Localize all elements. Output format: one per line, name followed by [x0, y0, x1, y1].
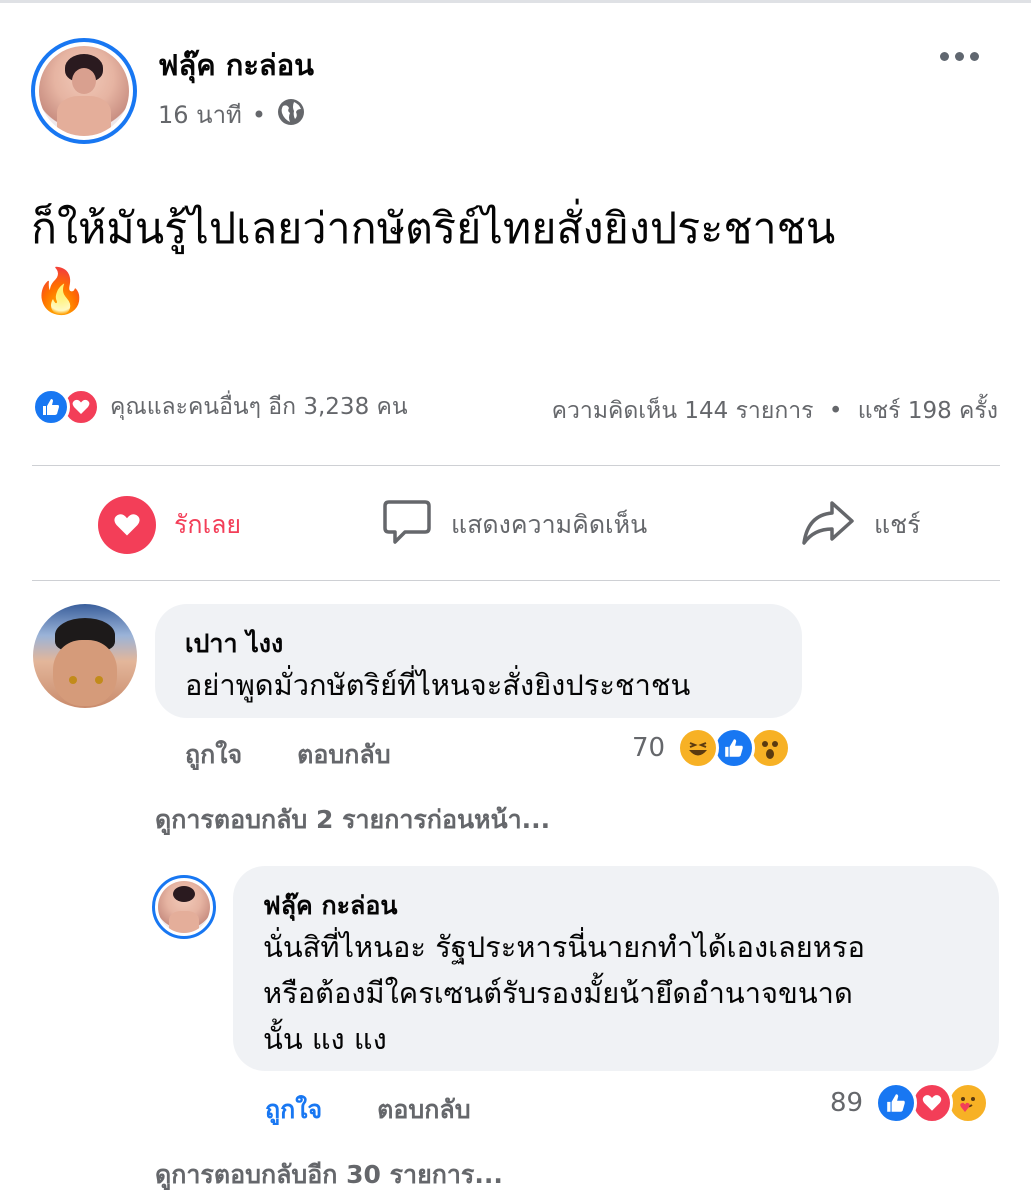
reply-bubble: ฟลุ๊ค กะล่อน นั่นสิที่ไหนอะ รัฐประหารนี่… — [233, 866, 999, 1071]
comment-reply-link[interactable]: ตอบกลับ — [297, 735, 390, 775]
author-avatar[interactable] — [31, 38, 137, 144]
share-icon — [800, 497, 856, 553]
comment-like-link[interactable]: ถูกใจ — [185, 735, 242, 775]
more-options-icon[interactable] — [940, 52, 979, 61]
haha-reaction-icon — [677, 727, 720, 769]
post-meta: 16 นาที • — [158, 95, 306, 134]
love-icon — [98, 496, 156, 554]
view-more-replies-link[interactable]: ดูการตอบกลับอีก 30 รายการ... — [155, 1155, 503, 1195]
love-reaction-icon — [911, 1082, 954, 1124]
reply-like-link[interactable]: ถูกใจ — [265, 1090, 322, 1130]
post-text: ก็ให้มันรู้ไปเลยว่ากษัตริย์ไทยสั่งยิงประ… — [31, 204, 836, 254]
meta-separator: • — [251, 100, 267, 129]
commenter-avatar[interactable] — [33, 604, 137, 708]
shares-count[interactable]: แชร์ 198 ครั้ง — [858, 398, 998, 424]
love-button[interactable]: รักเลย — [98, 495, 241, 555]
comment-label: แสดงความคิดเห็น — [451, 510, 648, 539]
like-reaction-icon — [32, 388, 70, 426]
like-reaction-icon — [875, 1082, 918, 1124]
reaction-summary[interactable]: คุณและคนอื่นๆ อีก 3,238 คน — [32, 388, 408, 426]
fire-emoji: 🔥 — [33, 266, 88, 317]
reply-author-avatar[interactable] — [152, 875, 216, 939]
divider-bottom — [32, 580, 1000, 581]
comment-reaction-count: 70 — [632, 733, 666, 763]
reply-text-line3: นั้น แง แง — [263, 1022, 387, 1056]
share-button[interactable]: แชร์ — [800, 495, 921, 555]
comments-count[interactable]: ความคิดเห็น 144 รายการ — [552, 398, 814, 424]
top-border — [0, 0, 1031, 3]
post-time[interactable]: 16 นาที — [158, 95, 242, 134]
comment-actions: ถูกใจ ตอบกลับ — [185, 735, 391, 775]
wow-reaction-icon — [749, 727, 792, 769]
view-previous-replies-link[interactable]: ดูการตอบกลับ 2 รายการก่อนหน้า... — [155, 800, 550, 840]
globe-icon — [276, 97, 306, 133]
divider-top — [32, 465, 1000, 466]
comment-author[interactable]: เปาา ไงง — [185, 624, 283, 664]
author-name[interactable]: ฟลุ๊ค กะล่อน — [158, 42, 314, 88]
reactions-count-text[interactable]: คุณและคนอื่นๆ อีก 3,238 คน — [110, 389, 408, 425]
comment-button[interactable]: แสดงความคิดเห็น — [381, 495, 647, 555]
comment-icon — [381, 496, 433, 554]
share-label: แชร์ — [874, 510, 921, 539]
reply-reply-link[interactable]: ตอบกลับ — [377, 1090, 470, 1130]
comment-bubble: เปาา ไงง อย่าพูดมั่วกษัตริย์ที่ไหนจะสั่ง… — [155, 604, 802, 718]
comment-share-summary: ความคิดเห็น 144 รายการ • แชร์ 198 ครั้ง — [552, 393, 998, 429]
reply-actions: ถูกใจ ตอบกลับ — [265, 1090, 471, 1130]
comment-reactions[interactable]: 70 — [632, 727, 792, 769]
care-reaction-icon — [947, 1082, 990, 1124]
reply-reactions[interactable]: 89 — [830, 1082, 990, 1124]
comment-text: อย่าพูดมั่วกษัตริย์ที่ไหนจะสั่งยิงประชาช… — [185, 668, 691, 702]
reply-text-line1: นั่นสิที่ไหนอะ รัฐประหารนี่นายกทำได้เองเ… — [263, 930, 865, 964]
reply-reaction-count: 89 — [830, 1088, 864, 1118]
reply-author[interactable]: ฟลุ๊ค กะล่อน — [263, 886, 397, 926]
like-reaction-icon — [713, 727, 756, 769]
stats-separator: • — [828, 398, 843, 424]
reply-text-line2: หรือต้องมีใครเซนต์รับรองมั้ยน้ายึดอำนาจข… — [263, 976, 853, 1010]
love-label: รักเลย — [174, 510, 242, 539]
